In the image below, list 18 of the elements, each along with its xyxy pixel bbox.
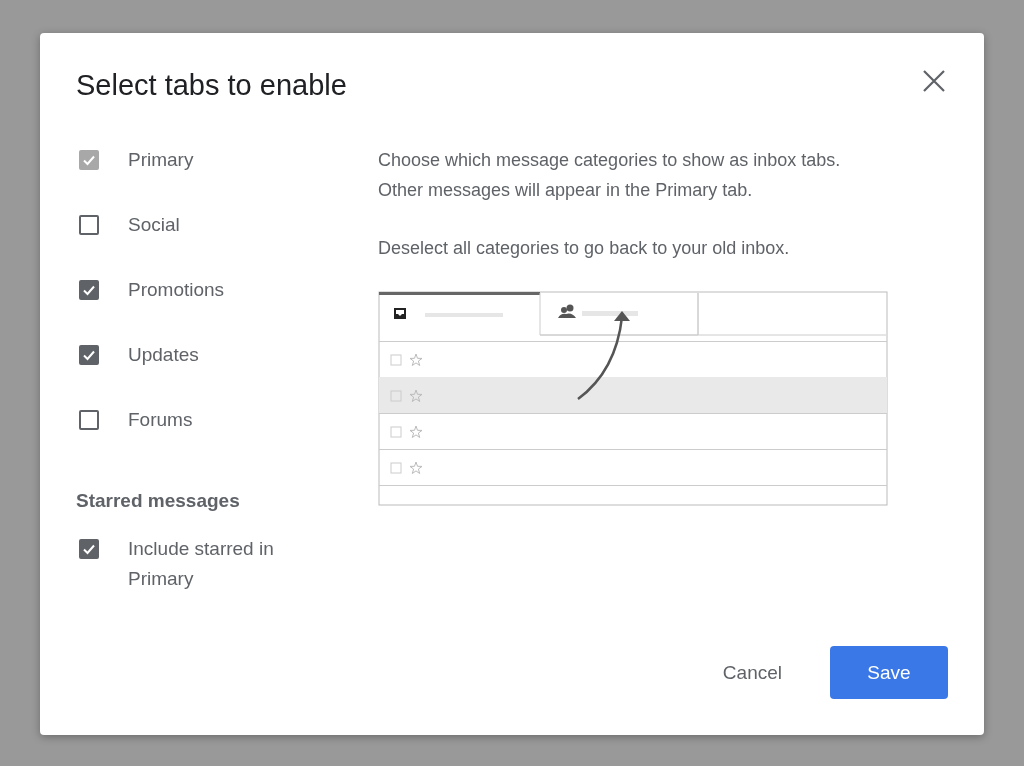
- checkbox[interactable]: [79, 280, 99, 300]
- checkbox-label: Primary: [128, 148, 194, 172]
- checkbox[interactable]: [79, 410, 99, 430]
- checkbox[interactable]: [79, 345, 99, 365]
- cancel-button[interactable]: Cancel: [710, 646, 794, 699]
- close-icon[interactable]: [922, 69, 946, 93]
- checkbox[interactable]: [79, 215, 99, 235]
- description-text: Deselect all categories to go back to your old inbox.: [378, 237, 791, 260]
- checkbox-label: Include starred in Primary: [128, 537, 275, 591]
- description-text: Choose which message categories to show as inbox tabs. Other messages will appear in the Primary tab.: [378, 149, 842, 202]
- checkbox-label: Social: [128, 213, 180, 237]
- checkbox-label: Updates: [128, 343, 199, 367]
- save-button[interactable]: Save: [830, 646, 948, 699]
- dialog-title: Select tabs to enable: [76, 68, 347, 102]
- checkbox-label: Forums: [128, 408, 193, 432]
- checkbox-label: Promotions: [128, 278, 225, 302]
- section-heading: Starred messages: [76, 490, 241, 512]
- checkbox[interactable]: [79, 539, 99, 559]
